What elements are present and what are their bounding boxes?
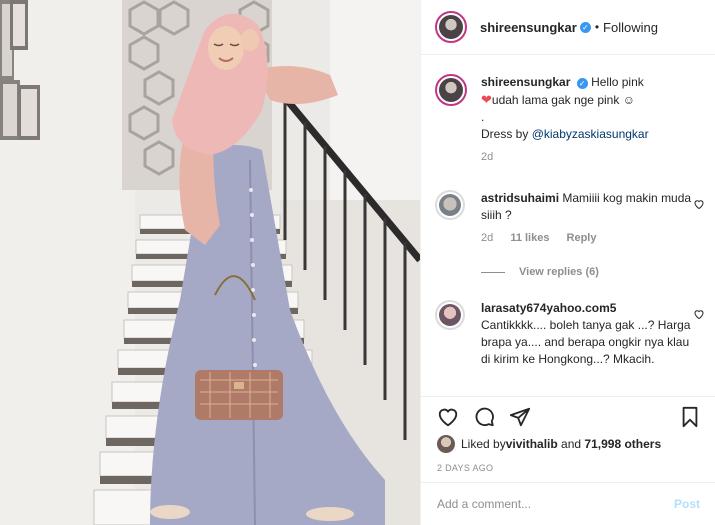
share-send-icon[interactable] [509, 406, 531, 428]
post-header: shireensungkar ✓ • Following [421, 0, 715, 55]
comment-like-heart-icon[interactable] [693, 308, 705, 320]
caption-time[interactable]: 2d [481, 151, 493, 163]
commenter-avatar[interactable] [435, 300, 465, 330]
liker-avatar[interactable] [437, 435, 455, 453]
likes-prefix: Liked by [461, 437, 506, 451]
bookmark-save-icon[interactable] [679, 406, 701, 428]
comment-time[interactable]: 2d [481, 232, 493, 244]
comments-list[interactable]: shireensungkar ✓ Hello pink ❤udah lama g… [421, 56, 715, 396]
comment-input[interactable] [437, 497, 657, 511]
commenter-avatar[interactable] [435, 190, 465, 220]
post-actions [421, 396, 715, 434]
view-replies-button[interactable]: View replies (6) [481, 266, 599, 278]
verified-badge-icon: ✓ [579, 21, 591, 33]
likes-middle: and [557, 437, 585, 451]
like-heart-icon[interactable] [437, 406, 459, 428]
author-avatar[interactable] [435, 11, 467, 43]
view-replies-label: View replies (6) [519, 266, 599, 278]
caption-avatar[interactable] [435, 74, 467, 106]
verified-badge-icon: ✓ [576, 78, 588, 89]
post-image [0, 0, 420, 525]
likes-summary: Liked by vivithalib and 71,998 others [437, 435, 661, 453]
comment-username[interactable]: astridsuhaimi [481, 191, 559, 205]
likes-others-count[interactable]: 71,998 others [584, 437, 661, 451]
caption-dress-prefix: Dress by [481, 127, 532, 141]
comment-text: Cantikkkk.... boleh tanya gak ...? Harga… [481, 318, 691, 366]
red-heart-icon: ❤ [481, 92, 492, 107]
post-photo[interactable] [0, 0, 420, 525]
author-username[interactable]: shireensungkar [480, 20, 577, 35]
header-separator: • [594, 20, 600, 34]
comment-like-heart-icon[interactable] [693, 198, 705, 210]
liker-username[interactable]: vivithalib [506, 437, 558, 451]
caption-text-line2: udah lama gak nge pink [491, 93, 620, 107]
reply-button[interactable]: Reply [567, 232, 597, 244]
dress-brand-mention[interactable]: @kiabyzaskiasungkar [532, 127, 649, 141]
post-details-panel: shireensungkar ✓ • Following shireensung… [420, 0, 715, 525]
add-comment-bar: Post [421, 482, 715, 525]
comment-likes[interactable]: 11 likes [510, 232, 549, 244]
comment-username[interactable]: larasaty674yahoo.com5 [481, 301, 616, 315]
smile-emoji: ☺ [622, 93, 635, 107]
following-button[interactable]: Following [603, 20, 658, 35]
comment-bubble-icon[interactable] [473, 406, 495, 428]
caption-username[interactable]: shireensungkar [481, 75, 570, 89]
caption-dot: . [481, 110, 485, 124]
post-comment-button[interactable]: Post [674, 497, 700, 511]
post-timestamp[interactable]: 2 DAYS AGO [437, 463, 493, 473]
caption-text-line1: Hello pink [591, 75, 644, 89]
